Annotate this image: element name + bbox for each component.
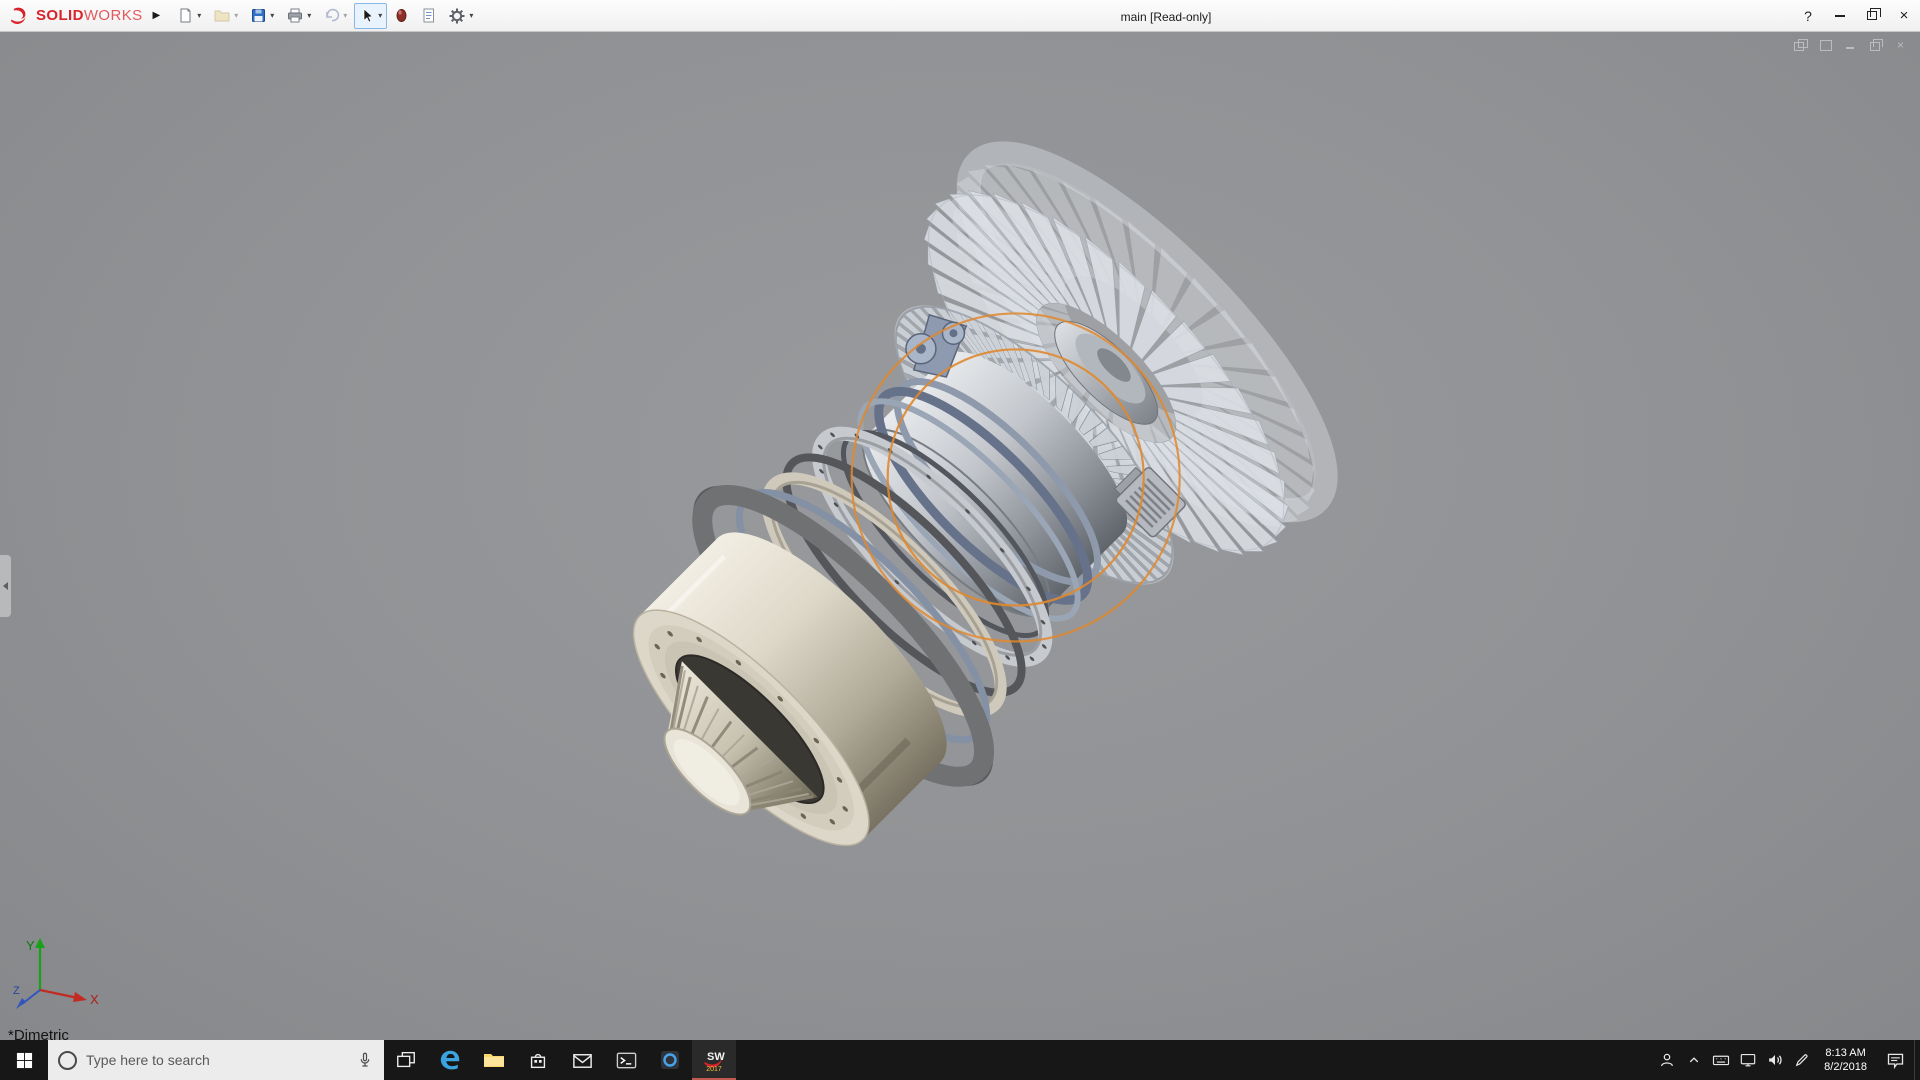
save-button[interactable]: ▾ — [245, 3, 279, 29]
print-button[interactable]: ▾ — [281, 3, 316, 29]
close-button[interactable]: × — [1888, 0, 1920, 31]
quick-access-toolbar: ▾ ▾ ▾ ▾ ▾ ▾ ▾ — [172, 2, 478, 29]
dropdown-caret-icon[interactable]: ▾ — [469, 11, 473, 20]
ds-logo-icon — [11, 7, 26, 24]
restore-icon — [1867, 8, 1881, 20]
chevron-up-icon — [1689, 1057, 1698, 1063]
clock-date: 8/2/2018 — [1824, 1061, 1867, 1073]
action-center-icon — [1887, 1053, 1903, 1069]
minimize-icon — [1835, 14, 1845, 17]
cortana-icon[interactable] — [58, 1050, 77, 1070]
jet-engine-model[interactable] — [522, 106, 1372, 956]
restore-button[interactable] — [1856, 0, 1888, 31]
options-button[interactable]: ▾ — [443, 3, 478, 29]
keyboard-icon — [1712, 1055, 1729, 1066]
triad-y-label: Y — [26, 938, 35, 953]
action-center-button[interactable] — [1876, 1040, 1914, 1080]
window-title: main [Read-only] — [1120, 10, 1212, 24]
taskbar-search-box[interactable] — [48, 1040, 384, 1080]
reference-triad: Y X Z — [13, 938, 99, 1009]
doc-minimize-icon[interactable] — [1843, 39, 1858, 51]
select-tool-button[interactable]: ▾ — [354, 2, 388, 29]
windows-logo-icon — [16, 1052, 32, 1068]
microsoft-store-button[interactable] — [516, 1040, 560, 1080]
new-document-button[interactable]: ▾ — [172, 3, 206, 29]
tile-windows-icon[interactable] — [1818, 39, 1833, 51]
edge-browser-button[interactable] — [428, 1040, 472, 1080]
print-icon — [288, 8, 303, 23]
minimize-button[interactable] — [1824, 0, 1856, 31]
triad-z-label: Z — [13, 985, 20, 997]
triad-x-label: X — [90, 992, 99, 1007]
window-controls: ? × — [1792, 0, 1920, 31]
brand-text: SOLIDWORKS — [36, 7, 143, 24]
folder-icon — [484, 1054, 504, 1067]
titlebar: SOLIDWORKS ▶ ▾ ▾ ▾ ▾ ▾ ▾ ▾ main [Read-on… — [0, 0, 1920, 32]
touch-keyboard-button[interactable] — [1707, 1040, 1734, 1080]
system-tray: 8:13 AM 8/2/2018 — [1653, 1040, 1920, 1080]
doc-close-icon[interactable]: × — [1893, 38, 1908, 52]
clock-time: 8:13 AM — [1825, 1047, 1866, 1059]
undo-button[interactable]: ▾ — [318, 3, 352, 29]
graphics-viewport[interactable]: × Y X Z *Dimetric — [0, 32, 1920, 1040]
volume-icon — [1768, 1055, 1782, 1065]
document-window-controls: × — [1793, 38, 1908, 52]
dropdown-caret-icon[interactable]: ▾ — [234, 11, 238, 20]
help-button[interactable]: ? — [1792, 0, 1824, 31]
solidworks-2017-button[interactable]: SW 2017 — [692, 1040, 736, 1080]
solidworks-logo: SOLIDWORKS — [0, 5, 151, 27]
task-view-icon — [397, 1051, 415, 1068]
edrawings-icon — [661, 1051, 679, 1069]
file-properties-button[interactable] — [416, 3, 441, 29]
start-button[interactable] — [0, 1040, 48, 1080]
command-prompt-button[interactable] — [604, 1040, 648, 1080]
pen-icon — [1795, 1053, 1808, 1066]
solidworks-app-icon: SW 2017 — [704, 1051, 725, 1073]
view-orientation-label: *Dimetric — [8, 1027, 69, 1040]
dropdown-caret-icon[interactable]: ▾ — [197, 11, 201, 20]
edge-icon — [440, 1050, 460, 1070]
mail-button[interactable] — [560, 1040, 604, 1080]
hidden-icons-button[interactable] — [1680, 1040, 1707, 1080]
new-document-icon — [180, 8, 191, 23]
dropdown-caret-icon[interactable]: ▾ — [378, 11, 382, 20]
microphone-icon[interactable] — [356, 1051, 374, 1069]
display-button[interactable] — [1734, 1040, 1761, 1080]
windows-taskbar: SW 2017 — [0, 1040, 1920, 1080]
store-bag-icon — [530, 1053, 546, 1069]
task-view-button[interactable] — [384, 1040, 428, 1080]
appearances-ball-icon — [396, 9, 407, 22]
search-input[interactable] — [86, 1052, 347, 1068]
mail-envelope-icon — [572, 1053, 592, 1068]
svg-text:SW: SW — [707, 1051, 725, 1063]
taskbar-clock[interactable]: 8:13 AM 8/2/2018 — [1815, 1040, 1876, 1080]
panel-collapse-tab[interactable] — [0, 554, 12, 618]
cascade-windows-icon[interactable] — [1793, 39, 1808, 51]
gear-icon — [449, 8, 465, 23]
volume-button[interactable] — [1761, 1040, 1788, 1080]
edrawings-button[interactable] — [648, 1040, 692, 1080]
command-prompt-icon — [616, 1052, 636, 1068]
people-icon — [1660, 1053, 1673, 1067]
file-properties-icon — [423, 8, 435, 23]
svg-text:2017: 2017 — [706, 1066, 722, 1073]
menu-flyout-arrow-icon[interactable]: ▶ — [153, 10, 161, 21]
people-button[interactable] — [1653, 1040, 1680, 1080]
dropdown-caret-icon[interactable]: ▾ — [307, 11, 311, 20]
doc-restore-icon[interactable] — [1868, 39, 1883, 51]
appearances-button[interactable] — [389, 3, 414, 29]
monitor-icon — [1740, 1054, 1755, 1067]
file-explorer-button[interactable] — [472, 1040, 516, 1080]
dropdown-caret-icon[interactable]: ▾ — [270, 11, 274, 20]
open-folder-icon — [214, 10, 230, 22]
windows-ink-button[interactable] — [1788, 1040, 1815, 1080]
undo-icon — [326, 8, 340, 22]
show-desktop-strip[interactable] — [1914, 1040, 1920, 1080]
save-icon — [252, 9, 266, 22]
dropdown-caret-icon[interactable]: ▾ — [343, 11, 347, 20]
engine-3d-scene — [522, 106, 1372, 956]
select-cursor-icon — [363, 8, 374, 23]
open-button[interactable]: ▾ — [208, 3, 243, 29]
solidworks-application-window: { "titlebar": { "brand_bold": "SOLID", "… — [0, 0, 1920, 1080]
